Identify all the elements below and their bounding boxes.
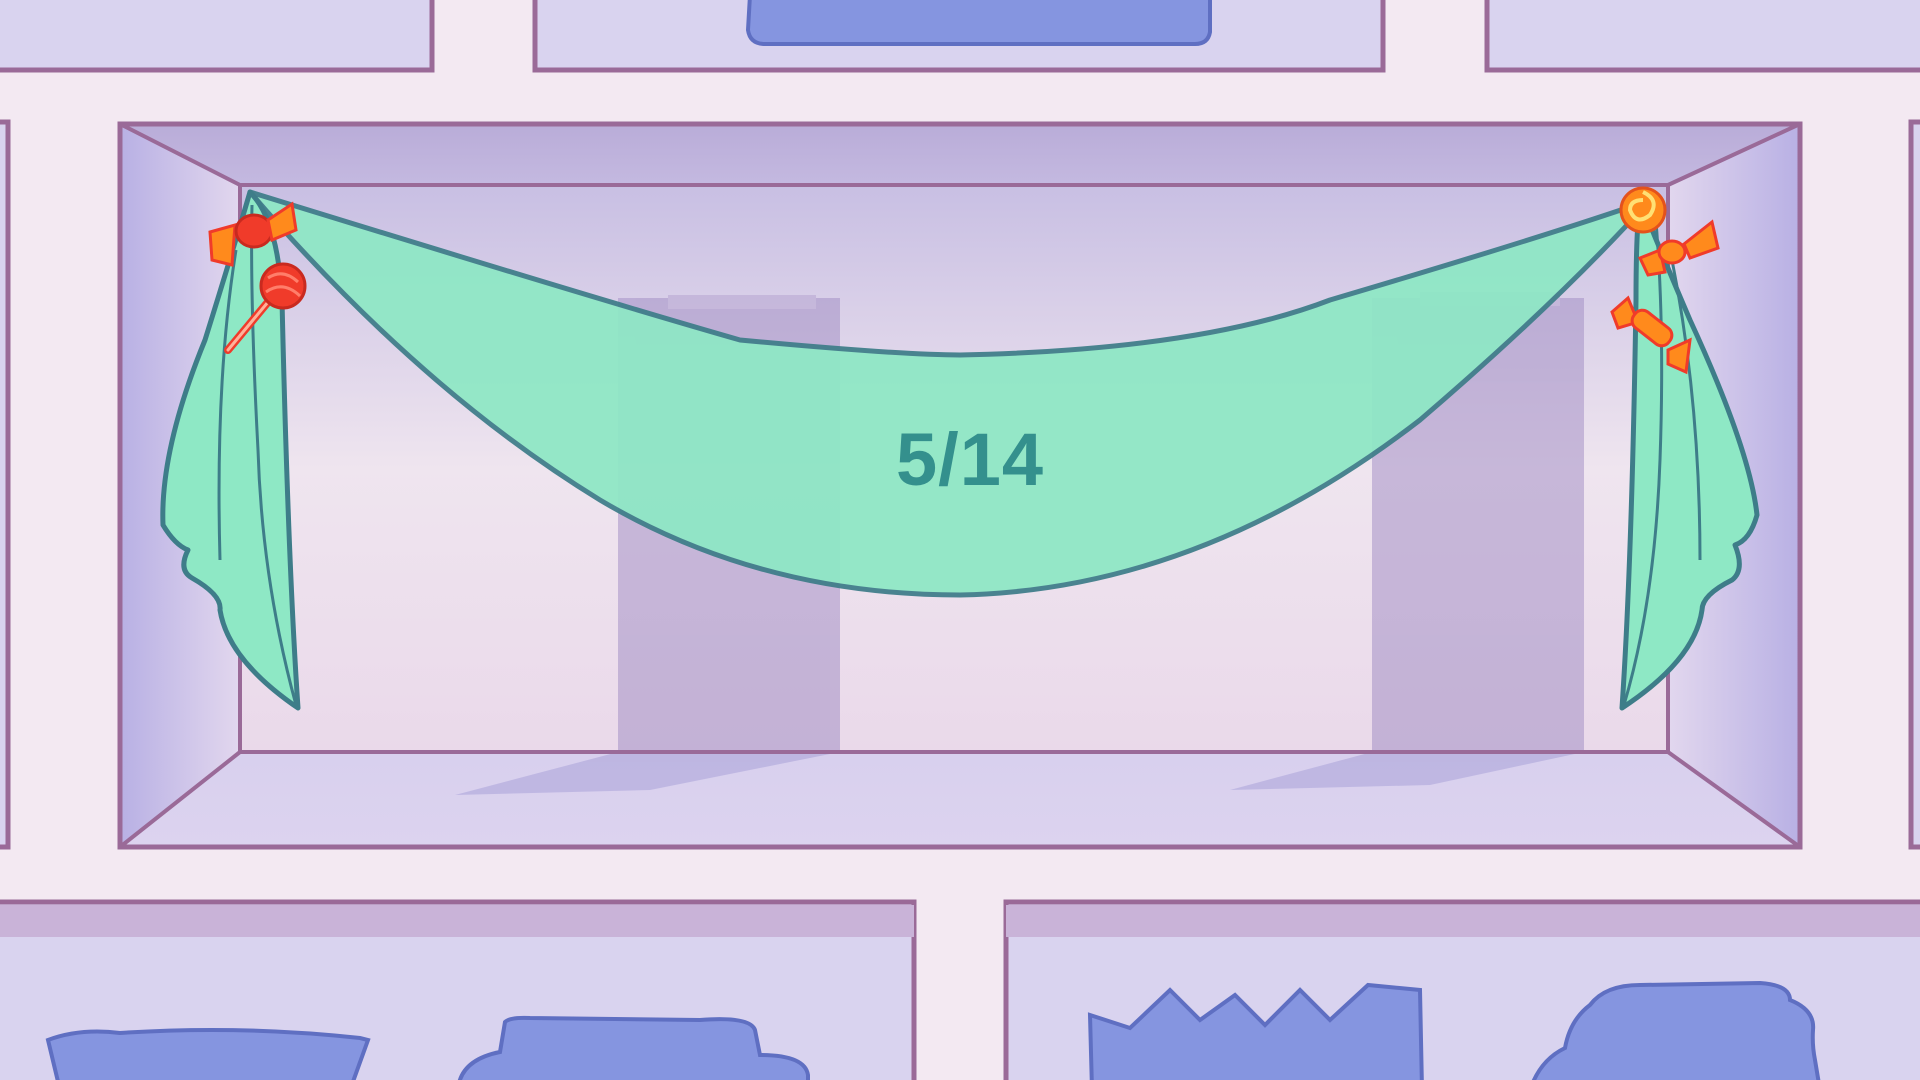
- shelf-cell-left-partial: [0, 119, 11, 850]
- display-floor: [120, 752, 1800, 847]
- game-scene: [0, 0, 1920, 1080]
- shelf-cell-bottom-right[interactable]: [1003, 899, 1920, 1080]
- level-progress-counter: 5/14: [895, 418, 1045, 501]
- item-silhouette-top[interactable]: [745, 0, 1212, 46]
- shelf-cell-top-middle[interactable]: [532, 0, 1386, 73]
- shelf-cell-top-left[interactable]: [0, 0, 435, 73]
- shelf-cell-bottom-left[interactable]: [0, 899, 917, 1080]
- top-shelf-row: [0, 0, 1920, 73]
- item-silhouette-pillow[interactable]: [45, 1027, 371, 1080]
- item-silhouette-cloud[interactable]: [457, 1015, 810, 1080]
- shelf-cell-right-partial: [1908, 119, 1920, 850]
- shelf-cell-top-right[interactable]: [1484, 0, 1920, 73]
- swirl-candy-icon: [1619, 186, 1667, 234]
- display-ceiling: [120, 124, 1800, 185]
